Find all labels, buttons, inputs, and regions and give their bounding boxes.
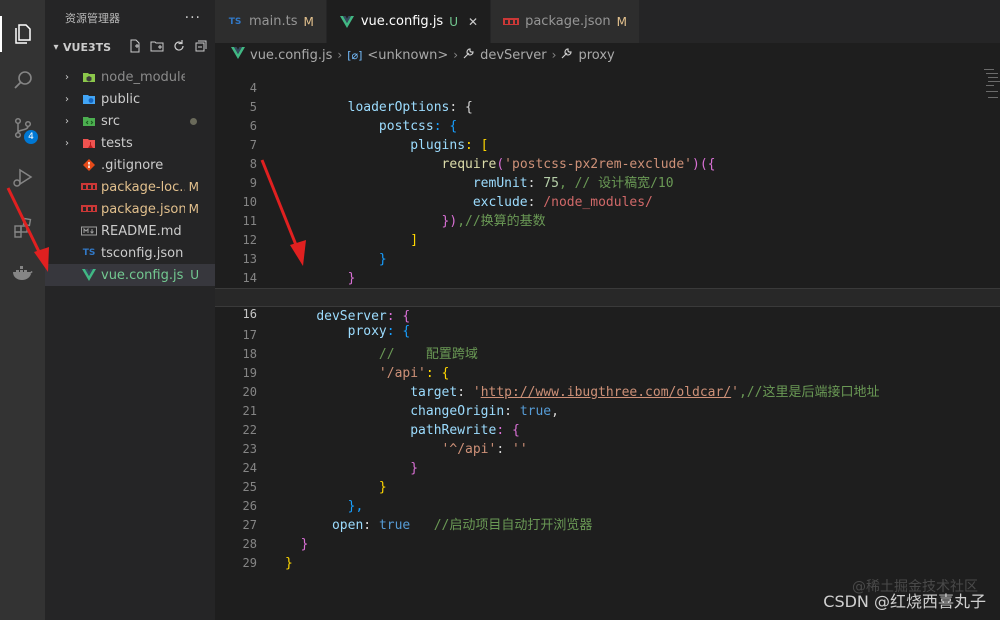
annotation-arrows (6, 159, 306, 272)
red-arrow-icon (6, 187, 49, 272)
watermark: CSDN @红烧西喜丸子 (823, 592, 986, 611)
red-arrow-icon (260, 159, 306, 266)
